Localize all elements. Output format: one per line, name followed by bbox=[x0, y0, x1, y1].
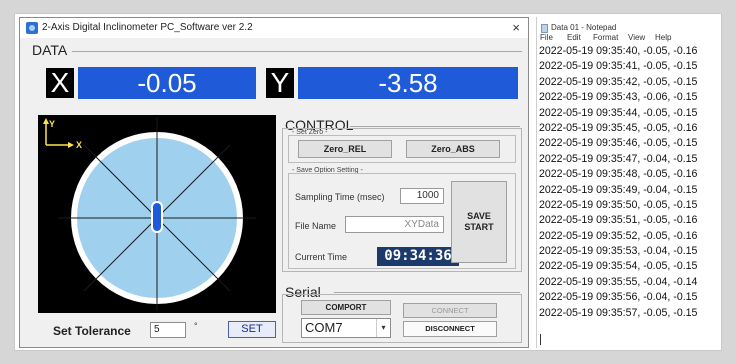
menu-format[interactable]: Format bbox=[593, 33, 618, 42]
file-name-label: File Name bbox=[295, 221, 337, 231]
file-name-input[interactable]: XYData bbox=[345, 216, 444, 233]
screenshot-content: 2-Axis Digital Inclinometer PC_Software … bbox=[14, 13, 722, 351]
save-start-button[interactable]: SAVE START bbox=[451, 181, 507, 263]
screenshot-frame: 2-Axis Digital Inclinometer PC_Software … bbox=[0, 0, 736, 364]
log-line: 2022-05-19 09:35:47, -0.04, -0.15 bbox=[539, 152, 698, 165]
y-axis-letter: Y bbox=[266, 68, 294, 98]
menu-file[interactable]: File bbox=[540, 33, 553, 42]
sampling-time-input[interactable]: 1000 bbox=[400, 188, 444, 204]
log-line: 2022-05-19 09:35:54, -0.05, -0.15 bbox=[539, 260, 698, 273]
current-time-label: Current Time bbox=[295, 252, 348, 262]
log-line: 2022-05-19 09:35:46, -0.05, -0.15 bbox=[539, 137, 698, 150]
bubble-indicator bbox=[151, 201, 163, 233]
log-line: 2022-05-19 09:35:49, -0.04, -0.15 bbox=[539, 183, 698, 196]
x-value-display: -0.05 bbox=[78, 67, 256, 99]
axis-y-label: Y bbox=[49, 119, 55, 129]
bubble-level-graphic: Y X bbox=[43, 117, 256, 311]
connect-button[interactable]: CONNECT bbox=[403, 303, 497, 318]
text-cursor bbox=[540, 334, 541, 345]
log-line: 2022-05-19 09:35:41, -0.05, -0.15 bbox=[539, 60, 698, 73]
tolerance-input[interactable]: 5 bbox=[150, 322, 186, 338]
menu-help[interactable]: Help bbox=[655, 33, 671, 42]
axis-x-label: X bbox=[76, 140, 82, 150]
chevron-down-icon[interactable]: ▾ bbox=[376, 319, 390, 337]
panel-divider bbox=[536, 17, 537, 348]
log-line: 2022-05-19 09:35:42, -0.05, -0.15 bbox=[539, 75, 698, 88]
log-line: 2022-05-19 09:35:45, -0.05, -0.16 bbox=[539, 121, 698, 134]
set-tolerance-button[interactable]: SET bbox=[228, 321, 276, 338]
log-line: 2022-05-19 09:35:52, -0.05, -0.16 bbox=[539, 229, 698, 242]
title-bar: 2-Axis Digital Inclinometer PC_Software … bbox=[20, 18, 528, 38]
save-start-line1: SAVE bbox=[467, 211, 491, 221]
save-start-line2: START bbox=[464, 222, 494, 232]
set-tolerance-label: Set Tolerance bbox=[53, 324, 131, 338]
comport-select[interactable]: COM7 ▾ bbox=[301, 318, 391, 338]
log-line: 2022-05-19 09:35:56, -0.04, -0.15 bbox=[539, 291, 698, 304]
degree-unit: ° bbox=[194, 321, 198, 331]
current-time-display: 09:34:36 bbox=[377, 247, 459, 266]
menu-edit[interactable]: Edit bbox=[567, 33, 581, 42]
notepad-title: Data 01 - Notepad bbox=[551, 23, 617, 32]
sampling-time-label: Sampling Time (msec) bbox=[295, 192, 385, 202]
log-line: 2022-05-19 09:35:44, -0.05, -0.15 bbox=[539, 106, 698, 119]
y-value-display: -3.58 bbox=[298, 67, 518, 99]
log-line: 2022-05-19 09:35:48, -0.05, -0.16 bbox=[539, 168, 698, 181]
comport-caption: COMPORT bbox=[301, 300, 391, 315]
window-title: 2-Axis Digital Inclinometer PC_Software … bbox=[42, 22, 253, 33]
serial-group-divider bbox=[334, 292, 520, 293]
x-axis-letter: X bbox=[46, 68, 74, 98]
control-group-divider bbox=[350, 126, 520, 127]
zero-abs-button[interactable]: Zero_ABS bbox=[406, 140, 500, 158]
notepad-icon bbox=[541, 24, 548, 33]
zero-rel-button[interactable]: Zero_REL bbox=[298, 140, 392, 158]
menu-view[interactable]: View bbox=[628, 33, 645, 42]
app-icon bbox=[26, 22, 38, 34]
log-line: 2022-05-19 09:35:40, -0.05, -0.16 bbox=[539, 45, 698, 57]
notepad-text-area[interactable]: 2022-05-19 09:35:40, -0.05, -0.16 2022-0… bbox=[539, 44, 736, 321]
close-icon[interactable]: × bbox=[512, 20, 520, 35]
data-group-label: DATA bbox=[32, 42, 68, 58]
log-line: 2022-05-19 09:35:50, -0.05, -0.15 bbox=[539, 198, 698, 211]
data-group-divider bbox=[72, 51, 522, 52]
log-line: 2022-05-19 09:35:51, -0.05, -0.16 bbox=[539, 214, 698, 227]
log-line: 2022-05-19 09:35:55, -0.04, -0.14 bbox=[539, 275, 698, 288]
log-line: 2022-05-19 09:35:57, -0.05, -0.15 bbox=[539, 306, 698, 319]
bubble-level-display: Y X bbox=[38, 115, 276, 313]
log-line: 2022-05-19 09:35:43, -0.06, -0.15 bbox=[539, 91, 698, 104]
axis-indicator-icon: Y X bbox=[43, 118, 82, 150]
disconnect-button[interactable]: DISCONNECT bbox=[403, 321, 497, 337]
comport-value: COM7 bbox=[305, 320, 343, 335]
inclinometer-window: 2-Axis Digital Inclinometer PC_Software … bbox=[19, 17, 529, 348]
log-line: 2022-05-19 09:35:53, -0.04, -0.15 bbox=[539, 245, 698, 258]
